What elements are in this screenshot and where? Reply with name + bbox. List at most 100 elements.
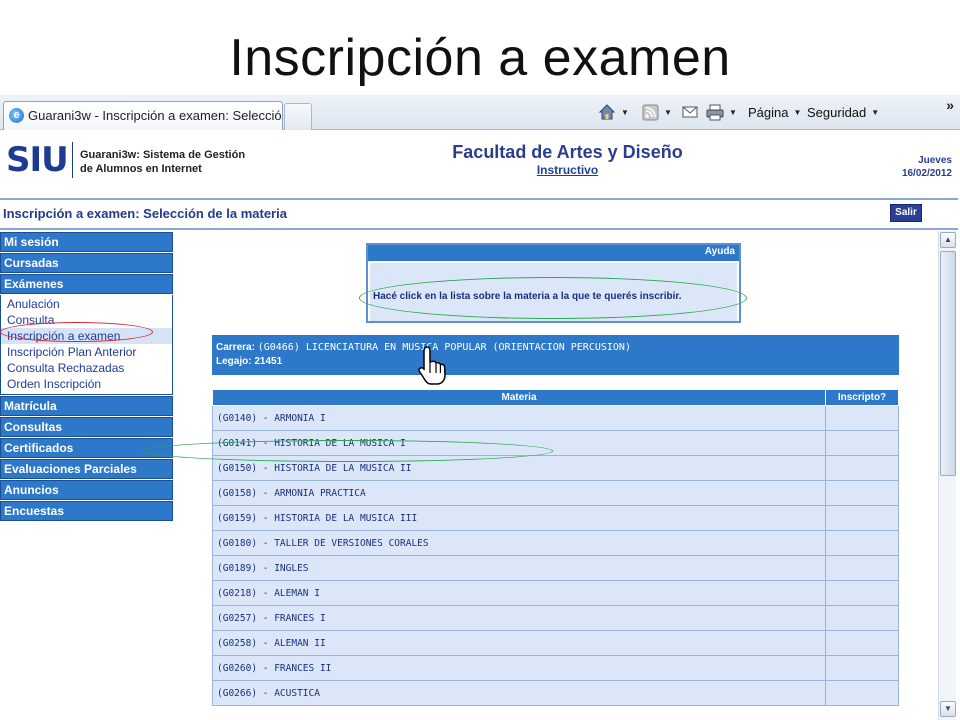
security-menu[interactable]: Seguridad ▼ xyxy=(807,101,879,123)
inscripto-cell xyxy=(825,405,899,431)
subject-cell[interactable]: (G0189) - INGLES xyxy=(212,555,826,581)
subject-cell[interactable]: (G0266) - ACUSTICA xyxy=(212,680,826,706)
subject-cell[interactable]: (G0141) - HISTORIA DE LA MUSICA I xyxy=(212,430,826,456)
date: 16/02/2012 xyxy=(901,168,952,179)
menu-item-orden-inscripcion[interactable]: Orden Inscripción xyxy=(1,376,172,392)
feeds-button[interactable]: ▼ xyxy=(642,101,672,123)
menu-matricula[interactable]: Matrícula xyxy=(0,396,173,416)
table-row[interactable]: (G0150) - HISTORIA DE LA MUSICA II xyxy=(212,455,899,481)
system-title-line2: de Alumnos en Internet xyxy=(80,163,202,175)
table-row[interactable]: (G0180) - TALLER DE VERSIONES CORALES xyxy=(212,530,899,556)
vertical-scrollbar[interactable]: ▲ ▼ xyxy=(938,231,956,720)
inscripto-cell xyxy=(825,605,899,631)
subject-cell[interactable]: (G0218) - ALEMAN I xyxy=(212,580,826,606)
help-box: Ayuda Hacé click en la lista sobre la ma… xyxy=(366,243,741,323)
tab-title: Guarani3w - Inscripción a examen: Selecc… xyxy=(28,108,283,123)
scrollbar-thumb[interactable] xyxy=(940,251,956,476)
siu-logo: SIU xyxy=(6,140,69,180)
home-icon xyxy=(598,104,616,120)
subject-cell[interactable]: (G0140) - ARMONIA I xyxy=(212,405,826,431)
inscripto-cell xyxy=(825,455,899,481)
system-title-line1: Guarani3w: Sistema de Gestión xyxy=(80,149,246,161)
inscripto-cell xyxy=(825,430,899,456)
slide-title: Inscripción a examen xyxy=(229,29,731,87)
logo-divider xyxy=(72,142,73,178)
subjects-table: Materia Inscripto? (G0140) - ARMONIA I (… xyxy=(212,389,899,706)
weekday: Jueves xyxy=(918,155,952,166)
table-header-row: Materia Inscripto? xyxy=(212,389,899,406)
menu-encuestas[interactable]: Encuestas xyxy=(0,501,173,521)
hand-pointer-icon xyxy=(416,345,452,392)
scroll-down-icon[interactable]: ▼ xyxy=(940,701,956,717)
menu-item-inscripcion-plan-anterior[interactable]: Inscripción Plan Anterior xyxy=(1,344,172,360)
scroll-up-icon[interactable]: ▲ xyxy=(940,232,956,248)
page-title-bar: Inscripción a examen: Selección de la ma… xyxy=(0,198,958,230)
site-header: SIU Guarani3w: Sistema de Gestión de Alu… xyxy=(0,130,958,185)
table-row[interactable]: (G0257) - FRANCES I xyxy=(212,605,899,631)
page-content: SIU Guarani3w: Sistema de Gestión de Alu… xyxy=(0,130,960,720)
col-inscripto-header: Inscripto? xyxy=(825,389,899,406)
page-title: Inscripción a examen: Selección de la ma… xyxy=(3,206,287,221)
menu-evaluaciones-parciales[interactable]: Evaluaciones Parciales xyxy=(0,459,173,479)
career-label: Carrera: xyxy=(216,342,255,353)
date-display: Jueves 16/02/2012 xyxy=(902,154,952,180)
inscripto-cell xyxy=(825,580,899,606)
subject-cell[interactable]: (G0150) - HISTORIA DE LA MUSICA II xyxy=(212,455,826,481)
salir-button[interactable]: Salir xyxy=(890,204,922,222)
print-button[interactable]: ▼ xyxy=(706,101,737,123)
menu-anuncios[interactable]: Anuncios xyxy=(0,480,173,500)
inscripto-cell xyxy=(825,555,899,581)
legajo-label: Legajo: xyxy=(216,356,252,367)
left-menu: Mi sesión Cursadas Exámenes Anulación Co… xyxy=(0,232,173,522)
page-menu-label: Página xyxy=(748,104,789,120)
subject-cell[interactable]: (G0159) - HISTORIA DE LA MUSICA III xyxy=(212,505,826,531)
menu-item-anulacion[interactable]: Anulación xyxy=(1,296,172,312)
inscripto-cell xyxy=(825,630,899,656)
table-row[interactable]: (G0189) - INGLES xyxy=(212,555,899,581)
examenes-submenu: Anulación Consulta Inscripción a examen … xyxy=(0,295,173,395)
subject-cell[interactable]: (G0258) - ALEMAN II xyxy=(212,630,826,656)
mail-icon xyxy=(682,106,698,118)
home-button[interactable]: ▼ xyxy=(598,101,629,123)
printer-icon xyxy=(706,104,724,121)
inscripto-cell xyxy=(825,505,899,531)
subject-cell[interactable]: (G0180) - TALLER DE VERSIONES CORALES xyxy=(212,530,826,556)
new-tab-button[interactable] xyxy=(284,103,312,130)
table-row[interactable]: (G0260) - FRANCES II xyxy=(212,655,899,681)
page-menu[interactable]: Página ▼ xyxy=(748,101,801,123)
table-row[interactable]: (G0158) - ARMONIA PRACTICA xyxy=(212,480,899,506)
security-menu-label: Seguridad xyxy=(807,104,867,120)
table-row[interactable]: (G0141) - HISTORIA DE LA MUSICA I xyxy=(212,430,899,456)
ie-icon: e xyxy=(9,108,24,123)
subject-cell[interactable]: (G0158) - ARMONIA PRACTICA xyxy=(212,480,826,506)
menu-certificados[interactable]: Certificados xyxy=(0,438,173,458)
help-text: Hacé click en la lista sobre la materia … xyxy=(370,263,737,321)
browser-tabbar: e Guarani3w - Inscripción a examen: Sele… xyxy=(0,95,960,130)
subject-cell[interactable]: (G0260) - FRANCES II xyxy=(212,655,826,681)
inscripto-cell xyxy=(825,480,899,506)
more-commands-icon[interactable]: » xyxy=(946,97,954,113)
read-mail-button[interactable] xyxy=(682,101,698,123)
inscripto-cell xyxy=(825,680,899,706)
system-title: Guarani3w: Sistema de Gestión de Alumnos… xyxy=(80,148,245,176)
instructivo-link[interactable]: Instructivo xyxy=(400,163,735,177)
menu-item-consulta[interactable]: Consulta xyxy=(1,312,172,328)
table-row[interactable]: (G0266) - ACUSTICA xyxy=(212,680,899,706)
career-info: Carrera: (G0466) LICENCIATURA EN MUSICA … xyxy=(212,335,899,375)
table-row[interactable]: (G0159) - HISTORIA DE LA MUSICA III xyxy=(212,505,899,531)
col-materia-header: Materia xyxy=(212,389,826,406)
table-row[interactable]: (G0258) - ALEMAN II xyxy=(212,630,899,656)
menu-consultas[interactable]: Consultas xyxy=(0,417,173,437)
menu-cursadas[interactable]: Cursadas xyxy=(0,253,173,273)
menu-item-inscripcion-examen[interactable]: Inscripción a examen xyxy=(1,328,172,344)
menu-item-consulta-rechazadas[interactable]: Consulta Rechazadas xyxy=(1,360,172,376)
inscripto-cell xyxy=(825,530,899,556)
menu-mi-sesion[interactable]: Mi sesión xyxy=(0,232,173,252)
browser-tab[interactable]: e Guarani3w - Inscripción a examen: Sele… xyxy=(3,101,283,130)
table-row[interactable]: (G0218) - ALEMAN I xyxy=(212,580,899,606)
subject-cell[interactable]: (G0257) - FRANCES I xyxy=(212,605,826,631)
table-row[interactable]: (G0140) - ARMONIA I xyxy=(212,405,899,431)
menu-examenes[interactable]: Exámenes xyxy=(0,274,173,294)
legajo-value: 21451 xyxy=(254,356,283,367)
help-box-header: Ayuda xyxy=(368,245,739,261)
